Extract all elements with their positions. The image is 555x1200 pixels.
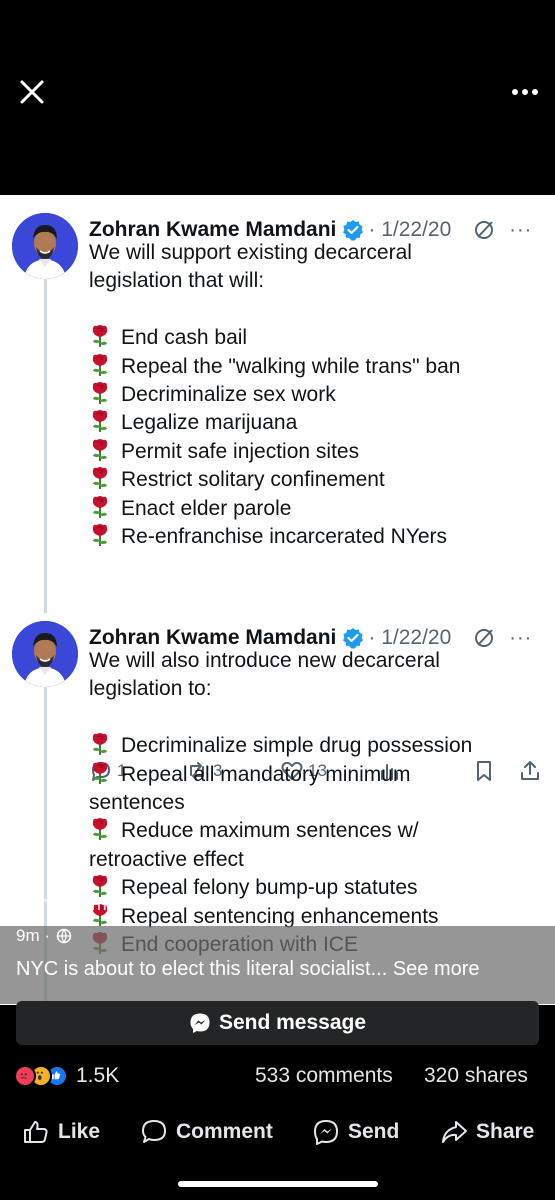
list-item: Legalize marijuana (89, 409, 549, 437)
share-arrow-icon (442, 1121, 467, 1143)
rose-icon (92, 353, 108, 376)
send-label: Send (348, 1120, 400, 1143)
share-label: Share (476, 1120, 535, 1143)
list-item: Repeal all mandatory minimum (89, 761, 549, 789)
engagement-stats: 1.5K 533 comments 320 shares (0, 1058, 555, 1094)
like-post-button[interactable]: Like (22, 1110, 100, 1154)
rose-icon (92, 467, 108, 490)
list-item-text: sentences (89, 791, 185, 815)
rose-icon (92, 495, 108, 518)
list-item-text: Legalize marijuana (121, 411, 298, 435)
list-item-text: Decriminalize sex work (121, 383, 336, 407)
list-item: Enact elder parole (89, 495, 549, 523)
post-action-bar: Like Comment Send Share (0, 1110, 555, 1154)
avatar (12, 621, 78, 687)
comment-icon (142, 1120, 166, 1143)
angry-reaction-icon (14, 1065, 36, 1087)
poster-name[interactable]: Bongino.me (16, 894, 117, 916)
list-item: Permit safe injection sites (89, 438, 549, 466)
reaction-count: 1.5K (76, 1064, 120, 1087)
post-image[interactable]: Zohran Kwame Mamdani · 1/22/20 ··· We wi… (0, 195, 555, 1005)
list-item: Restrict solitary confinement (89, 466, 549, 494)
post-caption[interactable]: NYC is about to elect this literal socia… (16, 958, 480, 981)
tweet-text-line: We will support existing decarceral (89, 241, 412, 264)
like-label: Like (58, 1120, 101, 1143)
verified-badge-icon (343, 628, 364, 649)
avatar (12, 213, 78, 279)
send-message-label: Send message (218, 1011, 367, 1034)
comment-button[interactable]: Comment (140, 1110, 273, 1154)
viewer-top-bar (0, 0, 555, 195)
list-item: Decriminalize sex work (89, 381, 549, 409)
send-button[interactable]: Send (312, 1110, 399, 1154)
send-message-button[interactable]: Send message (16, 1001, 539, 1045)
grok-icon[interactable] (473, 219, 495, 241)
list-item-text: Repeal the "walking while trans" ban (121, 354, 461, 378)
list-item-text: Repeal felony bump-up statutes (121, 876, 418, 900)
post-time: 9m · (16, 926, 72, 946)
globe-icon (56, 928, 72, 944)
comment-label: Comment (176, 1120, 273, 1143)
rose-icon (92, 410, 108, 433)
close-icon[interactable] (14, 74, 50, 110)
list-item-text: Decriminalize simple drug possession (121, 734, 473, 758)
messenger-icon (314, 1120, 338, 1145)
list-item-text: Enact elder parole (121, 496, 292, 520)
list-item: Repeal the "walking while trans" ban (89, 353, 549, 381)
rose-icon (92, 761, 108, 784)
tweet-text-line: legislation that will: (89, 269, 265, 293)
list-item-text: Repeal all mandatory minimum (121, 762, 411, 786)
home-indicator[interactable] (178, 1181, 378, 1187)
tweet-text-line: We will also introduce new decarceral (89, 649, 440, 672)
thumbs-up-icon (24, 1121, 48, 1143)
list-item-text: End cash bail (121, 326, 248, 350)
post-time-text: 9m · (16, 926, 50, 945)
rose-icon (92, 818, 108, 841)
rose-icon (92, 325, 108, 348)
grok-icon[interactable] (473, 627, 495, 649)
rose-icon (92, 524, 108, 547)
list-item-text: Reduce maximum sentences w/ (121, 819, 419, 843)
tweet-text: We will support existing decarceral legi… (89, 239, 549, 551)
share-button[interactable]: Share (440, 1110, 534, 1154)
rose-icon (92, 382, 108, 405)
list-item-text: Permit safe injection sites (121, 439, 360, 463)
list-item: Repeal felony bump-up statutes (89, 874, 549, 902)
rose-icon (92, 733, 108, 756)
list-item-text: Repeal sentencing enhancements (121, 904, 439, 928)
list-item: retroactive effect (89, 846, 549, 874)
list-item: Reduce maximum sentences w/ (89, 817, 549, 845)
list-item-text: retroactive effect (89, 847, 244, 871)
reactions-summary[interactable]: 1.5K (14, 1064, 119, 1088)
list-item-text: Re-enfranchise incarcerated NYers (121, 525, 448, 549)
tweet-text: We will also introduce new decarceral le… (89, 647, 549, 959)
shares-count[interactable]: 320 shares (424, 1064, 528, 1088)
tweet-text-line: legislation to: (89, 677, 212, 701)
more-icon[interactable] (509, 80, 541, 104)
messenger-icon (190, 1013, 210, 1033)
list-item-text: Restrict solitary confinement (121, 468, 385, 492)
rose-icon (92, 438, 108, 461)
comments-count[interactable]: 533 comments (255, 1064, 393, 1088)
verified-badge-icon (343, 220, 364, 241)
list-item: sentences (89, 789, 549, 817)
list-item: End cash bail (89, 324, 549, 352)
list-item: Decriminalize simple drug possession (89, 732, 549, 760)
list-item: Re-enfranchise incarcerated NYers (89, 523, 549, 551)
thread-line (44, 273, 47, 613)
